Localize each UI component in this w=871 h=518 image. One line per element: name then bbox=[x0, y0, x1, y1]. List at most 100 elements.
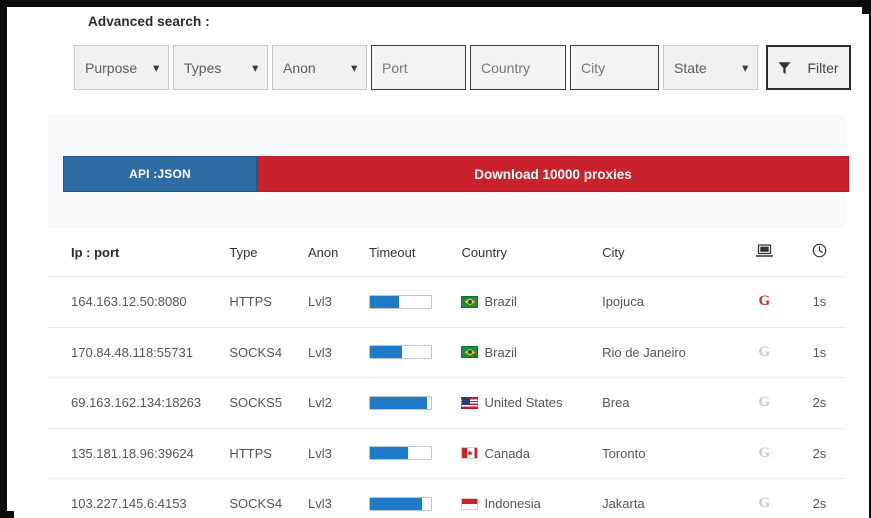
cell-latency: 2s bbox=[812, 395, 827, 411]
cell-ip-port[interactable]: 164.163.12.50:8080 bbox=[48, 294, 229, 309]
types-select-label: Types bbox=[184, 59, 222, 76]
port-input[interactable] bbox=[371, 45, 466, 90]
laptop-icon bbox=[755, 243, 773, 258]
api-json-label: API :JSON bbox=[129, 167, 191, 181]
country-name: Brazil bbox=[484, 344, 517, 360]
cell-country: Brazil bbox=[461, 294, 602, 309]
clock-icon bbox=[812, 243, 827, 258]
table-body: 164.163.12.50:8080 HTTPS Lvl3 Brazil Ipojuca… bbox=[48, 277, 845, 518]
funnel-icon bbox=[778, 61, 791, 75]
cell-type: SOCKS4 bbox=[229, 344, 283, 360]
cell-timeout bbox=[368, 446, 461, 461]
content-column: Advanced search : Purpose ▾ Types ▾ Anon… bbox=[14, 14, 851, 518]
types-select[interactable]: Types ▾ bbox=[173, 45, 268, 90]
cell-latency: 1s bbox=[812, 294, 827, 310]
cell-latency: 1s bbox=[812, 344, 827, 360]
download-proxies-button[interactable]: Download 10000 proxies bbox=[257, 156, 849, 192]
cell-timeout bbox=[368, 395, 461, 410]
cell-ip-port[interactable]: 135.181.18.96:39624 bbox=[48, 446, 229, 461]
header-country[interactable]: Country bbox=[461, 245, 602, 260]
download-proxies-label: Download 10000 proxies bbox=[474, 166, 632, 182]
state-select[interactable]: State ▾ bbox=[663, 45, 758, 90]
cell-anon: Lvl3 bbox=[308, 445, 332, 461]
table-row[interactable]: 135.181.18.96:39624 HTTPS Lvl3 Canada Toront… bbox=[48, 429, 845, 479]
timeout-progress-bar bbox=[368, 294, 432, 309]
timeout-progress-bar bbox=[368, 345, 432, 360]
cell-google-passed[interactable]: G bbox=[735, 344, 794, 361]
google-icon: G bbox=[758, 293, 771, 310]
country-name: United States bbox=[484, 395, 563, 411]
cell-anon: Lvl2 bbox=[308, 395, 332, 411]
google-icon: G bbox=[758, 394, 771, 411]
timeout-progress-bar bbox=[368, 395, 432, 410]
header-device[interactable] bbox=[735, 243, 794, 261]
search-field-row: Purpose ▾ Types ▾ Anon ▾ Port Country Ci… bbox=[74, 45, 851, 90]
chevron-down-icon: ▾ bbox=[252, 62, 258, 74]
city-input[interactable] bbox=[570, 45, 659, 90]
header-city[interactable]: City bbox=[602, 245, 735, 260]
anon-select[interactable]: Anon ▾ bbox=[272, 45, 367, 90]
cell-ip-port[interactable]: 170.84.48.118:55731 bbox=[48, 345, 229, 360]
cell-anon: Lvl3 bbox=[308, 294, 332, 310]
cell-latency: 2s bbox=[812, 445, 827, 461]
cell-ip-port[interactable]: 69.163.162.134:18263 bbox=[48, 395, 229, 410]
header-latency[interactable] bbox=[794, 243, 845, 261]
country-flag-icon bbox=[461, 497, 479, 510]
header-anon[interactable]: Anon bbox=[308, 245, 369, 260]
purpose-select[interactable]: Purpose ▾ bbox=[74, 45, 169, 90]
cell-type: HTTPS bbox=[229, 294, 272, 310]
country-input[interactable] bbox=[470, 45, 566, 90]
country-name: Indonesia bbox=[484, 496, 541, 512]
cell-google-passed[interactable]: G bbox=[735, 394, 794, 411]
country-flag-icon bbox=[461, 447, 479, 460]
cell-timeout bbox=[368, 294, 461, 309]
cell-google-passed[interactable]: G bbox=[735, 495, 794, 512]
timeout-progress-bar bbox=[368, 446, 432, 461]
cell-google-passed[interactable]: G bbox=[735, 445, 794, 462]
cell-country: United States bbox=[461, 395, 602, 410]
action-button-row: API :JSON Download 10000 proxies bbox=[63, 156, 849, 192]
advanced-search-title: Advanced search : bbox=[88, 14, 210, 29]
cell-latency: 2s bbox=[812, 496, 827, 512]
header-timeout[interactable]: Timeout bbox=[369, 245, 461, 260]
cell-city: Brea bbox=[602, 395, 630, 411]
cell-city: Ipojuca bbox=[602, 294, 644, 310]
cell-ip-port[interactable]: 103.227.145.6:4153 bbox=[48, 496, 229, 511]
header-ip-port[interactable]: Ip : port bbox=[48, 245, 229, 260]
table-row[interactable]: 69.163.162.134:18263 SOCKS5 Lvl2 United Sta… bbox=[48, 378, 845, 429]
country-name: Canada bbox=[484, 445, 530, 461]
cell-city: Toronto bbox=[602, 445, 646, 461]
cell-city: Jakarta bbox=[602, 496, 645, 512]
google-icon: G bbox=[758, 343, 771, 360]
country-name: Brazil bbox=[484, 294, 517, 310]
page-canvas: Advanced search : Purpose ▾ Types ▾ Anon… bbox=[14, 14, 869, 518]
cell-timeout bbox=[368, 345, 461, 360]
timeout-progress-bar bbox=[368, 496, 432, 511]
cell-type: HTTPS bbox=[229, 445, 272, 461]
header-type[interactable]: Type bbox=[229, 245, 308, 260]
table-row[interactable]: 170.84.48.118:55731 SOCKS4 Lvl3 Brazil Rio d… bbox=[48, 328, 845, 378]
proxy-table: Ip : port Type Anon Timeout Country City bbox=[48, 228, 845, 518]
cell-anon: Lvl3 bbox=[308, 496, 332, 512]
state-select-label: State bbox=[674, 59, 707, 76]
cell-country: Indonesia bbox=[461, 496, 602, 511]
cell-type: SOCKS5 bbox=[229, 395, 283, 411]
cell-anon: Lvl3 bbox=[308, 344, 332, 360]
advanced-search-panel: Advanced search : Purpose ▾ Types ▾ Anon… bbox=[48, 14, 851, 115]
chevron-down-icon: ▾ bbox=[742, 62, 748, 74]
anon-select-label: Anon bbox=[283, 59, 316, 76]
country-flag-icon bbox=[461, 295, 479, 308]
table-header-row: Ip : port Type Anon Timeout Country City bbox=[48, 228, 845, 277]
country-flag-icon bbox=[461, 346, 479, 359]
table-row[interactable]: 103.227.145.6:4153 SOCKS4 Lvl3 Indonesia Jak… bbox=[48, 479, 845, 518]
actions-band: API :JSON Download 10000 proxies bbox=[48, 115, 849, 228]
purpose-select-label: Purpose bbox=[85, 59, 138, 76]
google-icon: G bbox=[758, 444, 771, 461]
chevron-down-icon: ▾ bbox=[351, 62, 357, 74]
filter-button[interactable]: Filter bbox=[766, 45, 851, 90]
table-row[interactable]: 164.163.12.50:8080 HTTPS Lvl3 Brazil Ipojuca… bbox=[48, 277, 845, 328]
cell-google-passed[interactable]: G bbox=[735, 293, 794, 310]
api-json-button[interactable]: API :JSON bbox=[63, 156, 257, 192]
cell-type: SOCKS4 bbox=[229, 496, 283, 512]
google-icon: G bbox=[758, 495, 771, 512]
